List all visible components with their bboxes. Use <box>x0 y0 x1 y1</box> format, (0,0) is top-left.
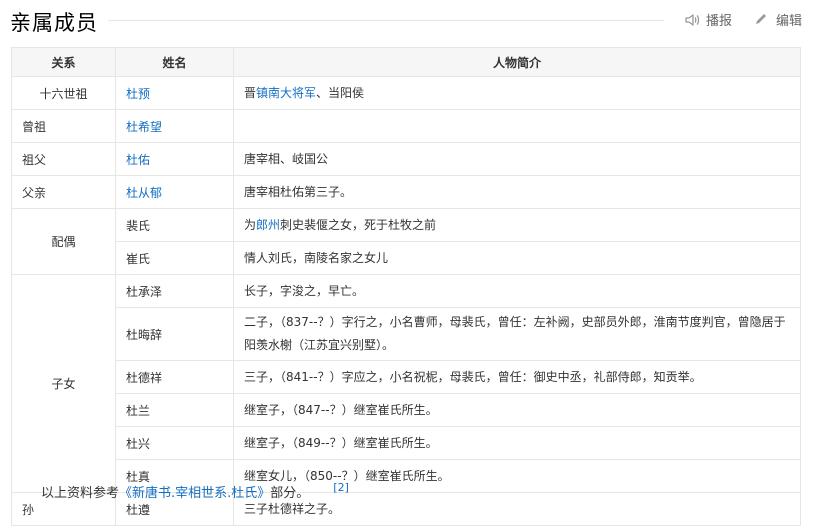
bio-text: 刺史裴偃之女，死于杜牧之前 <box>280 217 437 232</box>
relation-cell: 配偶 <box>11 208 116 275</box>
col-header-name: 姓名 <box>115 47 234 77</box>
bio-cell: 继室子，（849--？）继室崔氏所生。 <box>233 426 801 460</box>
section-header: 亲属成员 播报 编辑 <box>0 0 814 40</box>
relation-cell: 父亲 <box>11 175 116 209</box>
bio-cell: 晋镇南大将军、当阳侯 <box>233 76 801 110</box>
edit-label: 编辑 <box>775 14 802 29</box>
source-link[interactable]: 《新唐书.宰相世系.杜氏》 <box>119 486 270 501</box>
play-button[interactable]: 播报 <box>684 10 732 29</box>
edit-button[interactable]: 编辑 <box>754 10 802 29</box>
bio-text: 为 <box>244 217 257 232</box>
relation-cell: 祖父 <box>11 142 116 176</box>
divider <box>108 20 664 21</box>
name-cell: 杜承泽 <box>115 274 234 308</box>
source-note: 以上资料参考《新唐书.宰相世系.杜氏》部分。 [2] <box>41 481 349 501</box>
section-title: 亲属成员 <box>10 11 98 35</box>
table-row: 祖父 杜佑 唐宰相、岐国公 <box>11 142 801 176</box>
table-row: 杜兴 继室子，（849--？）继室崔氏所生。 <box>12 426 801 460</box>
name-cell: 杜预 <box>115 76 234 110</box>
source-text: 以上资料参考 <box>41 486 120 501</box>
name-cell: 杜从郁 <box>115 175 234 209</box>
play-label: 播报 <box>705 14 732 29</box>
col-header-relation: 关系 <box>11 47 116 77</box>
bio-cell: 长子，字浚之，早亡。 <box>233 274 801 308</box>
col-header-bio: 人物简介 <box>233 47 801 77</box>
person-link[interactable]: 杜从郁 <box>126 186 162 200</box>
bio-cell: 继室子，（847--？）继室崔氏所生。 <box>233 393 801 427</box>
table-row: 十六世祖 杜预 晋镇南大将军、当阳侯 <box>11 76 801 110</box>
table-row: 曾祖 杜希望 <box>11 109 801 143</box>
name-cell: 杜希望 <box>115 109 234 143</box>
speaker-icon <box>684 12 700 28</box>
person-link[interactable]: 杜佑 <box>126 153 150 167</box>
name-cell: 裴氏 <box>115 208 234 242</box>
table-row: 配偶 裴氏 为郎州刺史裴偃之女，死于杜牧之前 <box>11 208 801 275</box>
bio-cell: 情人刘氏，南陵名家之女儿 <box>233 241 801 275</box>
bio-cell <box>233 109 801 143</box>
name-cell: 杜晦辞 <box>115 307 234 361</box>
relation-cell: 十六世祖 <box>11 76 116 110</box>
relation-cell: 子女 <box>11 274 116 493</box>
table-row: 父亲 杜从郁 唐宰相杜佑第三子。 <box>11 175 801 209</box>
section-actions: 播报 编辑 <box>684 10 802 29</box>
table-row: 子女 杜承泽 长子，字浚之，早亡。 <box>11 274 801 493</box>
table-row: 杜晦辞 二子，（837--？）字行之，小名曹师，母裴氏，曾任：左补阙，史部员外郎… <box>12 307 801 361</box>
table-header-row: 关系 姓名 人物简介 <box>11 47 801 77</box>
relation-cell: 曾祖 <box>11 109 116 143</box>
reference-link[interactable]: [2] <box>333 481 349 494</box>
name-cell: 杜兴 <box>115 426 234 460</box>
bio-cell: 三子，（841--？）字应之，小名祝柅，母裴氏，曾任：御史中丞，礼部侍郎，知贡举… <box>233 360 801 394</box>
name-cell: 杜兰 <box>115 393 234 427</box>
table-row: 杜兰 继室子，（847--？）继室崔氏所生。 <box>12 393 801 427</box>
bio-link[interactable]: 郎州 <box>256 218 280 232</box>
table-row: 杜德祥 三子，（841--？）字应之，小名祝柅，母裴氏，曾任：御史中丞，礼部侍郎… <box>12 360 801 394</box>
person-link[interactable]: 杜希望 <box>126 120 162 134</box>
bio-cell: 为郎州刺史裴偃之女，死于杜牧之前 <box>233 208 801 242</box>
bio-text: 、当阳侯 <box>316 85 365 100</box>
source-text: 部分。 <box>270 486 310 501</box>
bio-cell: 唐宰相杜佑第三子。 <box>233 175 801 209</box>
bio-link[interactable]: 镇南大将军 <box>256 86 316 100</box>
bio-cell: 唐宰相、岐国公 <box>233 142 801 176</box>
name-cell: 杜德祥 <box>115 360 234 394</box>
bio-text: 晋 <box>244 85 257 100</box>
pencil-icon <box>754 12 770 28</box>
person-link[interactable]: 杜预 <box>126 87 150 101</box>
relatives-table: 关系 姓名 人物简介 十六世祖 杜预 晋镇南大将军、当阳侯 曾祖 杜希望 祖父 … <box>11 47 801 526</box>
name-cell: 崔氏 <box>115 241 234 275</box>
name-cell: 杜佑 <box>115 142 234 176</box>
bio-cell: 二子，（837--？）字行之，小名曹师，母裴氏，曾任：左补阙，史部员外郎，淮南节… <box>233 307 801 361</box>
table-row: 崔氏 情人刘氏，南陵名家之女儿 <box>12 241 801 275</box>
